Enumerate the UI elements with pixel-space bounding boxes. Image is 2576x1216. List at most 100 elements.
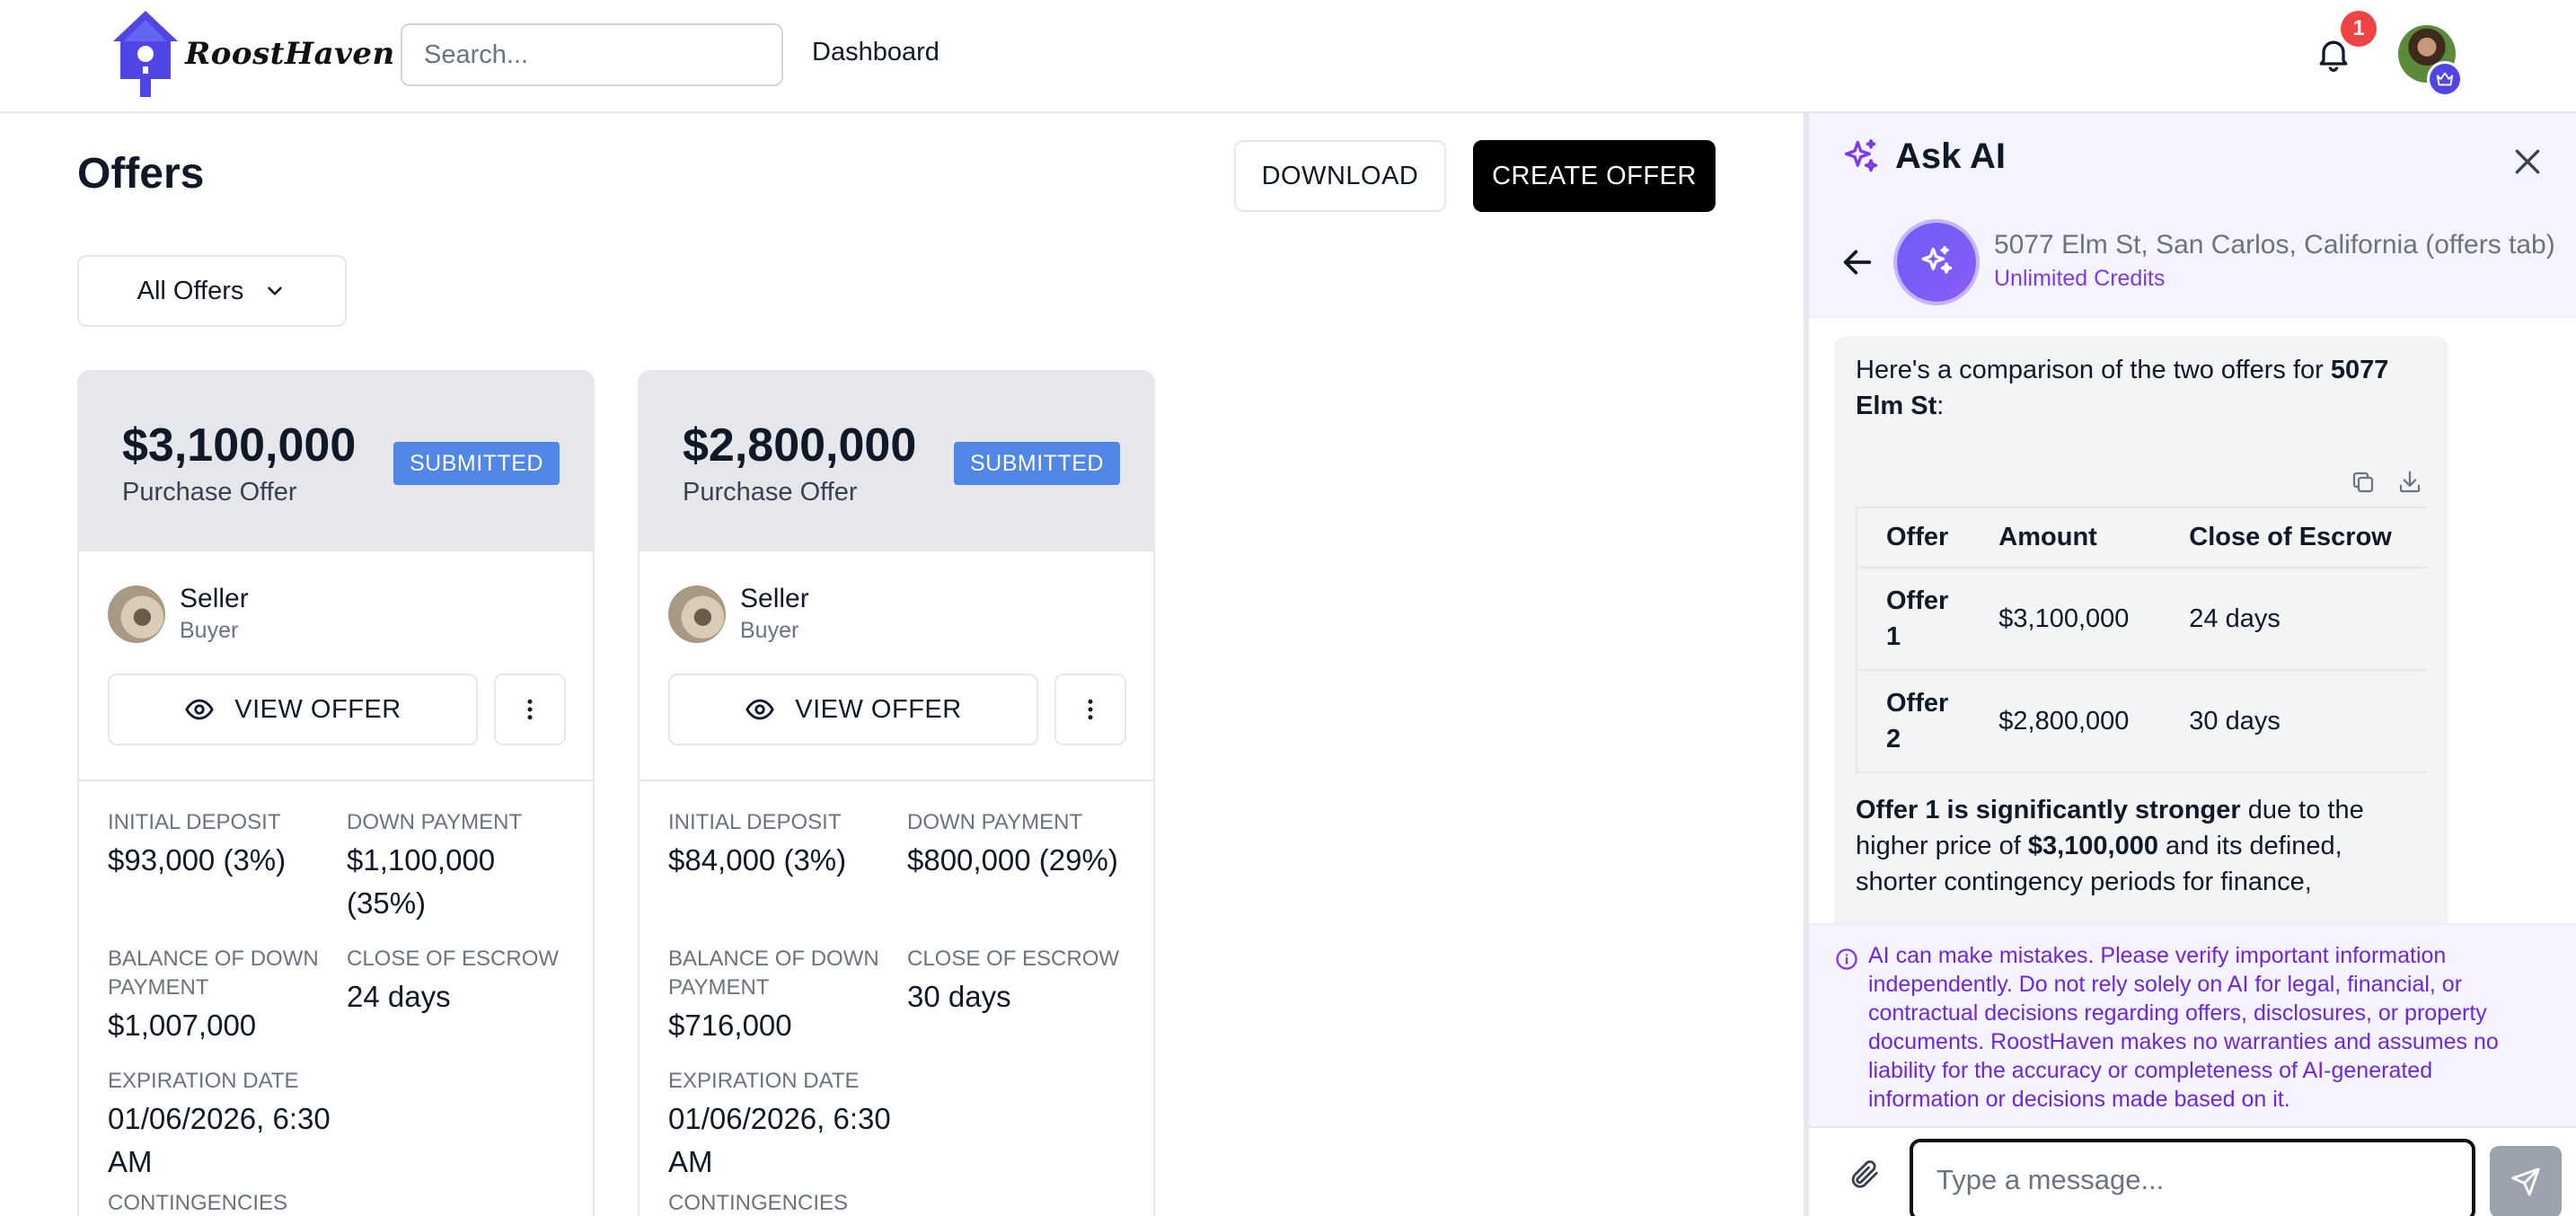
send-icon [2511, 1168, 2540, 1196]
create-offer-button[interactable]: CREATE OFFER [1473, 140, 1716, 212]
divider [79, 780, 593, 781]
premium-badge [2427, 61, 2463, 97]
ai-panel-header: Ask AI 5077 Elm St, San Carlos, Californ… [1809, 113, 2576, 318]
avatar [668, 585, 726, 643]
view-offer-button[interactable]: VIEW OFFER [668, 674, 1038, 745]
party-name: Seller [180, 584, 249, 613]
field-label: CONTINGENCIES [668, 1191, 849, 1215]
message-input[interactable] [1910, 1139, 2475, 1216]
more-options-button[interactable] [494, 674, 566, 745]
offer-party: Seller Buyer [668, 584, 809, 644]
field-value: $800,000 (29%) [907, 843, 1118, 877]
field-value: $716,000 [668, 1009, 792, 1042]
table-cell: $3,100,000 [1970, 568, 2161, 671]
field-label: CLOSE OF ESCROW [907, 947, 1120, 971]
expiration-date-field: EXPIRATION DATE 01/06/2026, 6:30 AM [108, 1067, 341, 1184]
contingencies-field: CONTINGENCIES [108, 1189, 341, 1216]
credits-label: Unlimited Credits [1994, 266, 2166, 291]
brand-name: RoostHaven [185, 36, 395, 72]
sparkles-icon [1844, 138, 1878, 172]
offers-filter-dropdown[interactable]: All Offers [77, 255, 347, 327]
close-icon[interactable] [2510, 144, 2545, 180]
eye-icon [185, 699, 215, 720]
party-name: Seller [740, 584, 809, 613]
filter-selected-label: All Offers [137, 276, 244, 305]
send-button[interactable] [2490, 1146, 2562, 1216]
ai-message-list[interactable]: Here's a comparison of the two offers fo… [1809, 318, 2576, 923]
party-role: Buyer [180, 618, 239, 643]
ai-message-bubble: Here's a comparison of the two offers fo… [1834, 336, 2448, 923]
view-offer-label: VIEW OFFER [795, 694, 962, 724]
more-options-button[interactable] [1054, 674, 1126, 745]
search-input[interactable] [424, 40, 763, 70]
table-header: Close of Escrow [2160, 507, 2427, 568]
status-badge: SUBMITTED [954, 442, 1120, 485]
field-label: CONTINGENCIES [108, 1191, 288, 1215]
download-button[interactable]: DOWNLOAD [1234, 140, 1446, 212]
table-header-row: Offer Amount Close of Escrow [1855, 507, 2427, 568]
expiration-date-field: EXPIRATION DATE 01/06/2026, 6:30 AM [668, 1067, 902, 1184]
user-avatar-button[interactable] [2398, 25, 2463, 97]
contingencies-field: CONTINGENCIES [668, 1189, 902, 1216]
field-label: CLOSE OF ESCROW [347, 947, 560, 971]
offer-amount: $3,100,000 [122, 419, 357, 471]
paperclip-icon[interactable] [1847, 1157, 1881, 1191]
table-cell: Offer 2 [1855, 670, 1971, 773]
page-title: Offers [77, 150, 205, 198]
disclaimer-text: AI can make mistakes. Please verify impo… [1868, 943, 2499, 1112]
offers-main-area: Offers DOWNLOAD CREATE OFFER All Offers … [0, 113, 1804, 1216]
offer-card: $2,800,000 Purchase Offer SUBMITTED Sell… [638, 370, 1155, 1216]
field-label: INITIAL DEPOSIT [668, 810, 842, 834]
copy-icon[interactable] [2350, 469, 2377, 496]
field-label: EXPIRATION DATE [108, 1069, 299, 1093]
table-header: Amount [1970, 507, 2161, 568]
info-icon [1836, 948, 1857, 970]
ask-ai-panel: Ask AI 5077 Elm St, San Carlos, Californ… [1809, 113, 2576, 1216]
field-label: INITIAL DEPOSIT [108, 810, 281, 834]
message-composer [1809, 1126, 2576, 1216]
down-payment-field: DOWN PAYMENT $1,100,000 (35%) [347, 808, 580, 925]
field-value: 24 days [347, 980, 451, 1013]
eye-icon [745, 699, 775, 720]
offer-amount: $2,800,000 [683, 419, 917, 471]
ai-panel-title: Ask AI [1841, 137, 2006, 177]
table-cell: $2,800,000 [1970, 670, 2161, 773]
avatar [108, 585, 165, 643]
balance-down-payment-field: BALANCE OF DOWN PAYMENT $1,007,000 [108, 945, 341, 1047]
field-value: 30 days [907, 980, 1011, 1013]
message-intro: Here's a comparison of the two offers fo… [1856, 356, 2389, 420]
field-label: DOWN PAYMENT [347, 810, 523, 834]
sparkles-icon [1921, 245, 1953, 274]
field-value: $84,000 (3%) [668, 843, 847, 877]
download-icon[interactable] [2396, 469, 2423, 496]
offer-type: Purchase Offer [683, 478, 858, 507]
ai-context-title: 5077 Elm St, San Carlos, California (off… [1994, 230, 2555, 260]
ai-disclaimer: AI can make mistakes. Please verify impo… [1809, 923, 2576, 1126]
close-of-escrow-field: CLOSE OF ESCROW 30 days [907, 945, 1141, 1018]
view-offer-button[interactable]: VIEW OFFER [108, 674, 478, 745]
close-of-escrow-field: CLOSE OF ESCROW 24 days [347, 945, 580, 1018]
status-badge: SUBMITTED [393, 442, 560, 485]
notification-count-badge: 1 [2341, 11, 2377, 47]
offer-card-header: $2,800,000 Purchase Offer SUBMITTED [640, 372, 1153, 551]
field-value: $1,100,000 (35%) [347, 843, 496, 920]
field-value: 01/06/2026, 6:30 AM [108, 1102, 331, 1178]
table-row: Offer 2 $2,800,000 30 days [1855, 670, 2427, 773]
message-conclusion: Offer 1 is significantly stronger due to… [1856, 796, 2364, 896]
more-vertical-icon [1088, 699, 1093, 720]
search-box[interactable] [401, 23, 783, 86]
offer-comparison-table: Offer Amount Close of Escrow Offer 1 $3,… [1855, 507, 2427, 773]
crown-icon [2436, 72, 2454, 86]
arrow-left-icon[interactable] [1839, 244, 1875, 280]
field-label: BALANCE OF DOWN PAYMENT [108, 947, 319, 1000]
chevron-down-icon [268, 286, 283, 295]
down-payment-field: DOWN PAYMENT $800,000 (29%) [907, 808, 1141, 882]
field-value: $93,000 (3%) [108, 843, 287, 877]
divider [640, 780, 1153, 781]
brand-logo[interactable]: RoostHaven [111, 9, 395, 99]
view-offer-label: VIEW OFFER [234, 694, 401, 724]
field-value: $1,007,000 [108, 1009, 257, 1042]
nav-dashboard-link[interactable]: Dashboard [812, 38, 940, 67]
top-header: RoostHaven Dashboard 1 [0, 0, 2576, 113]
initial-deposit-field: INITIAL DEPOSIT $93,000 (3%) [108, 808, 341, 882]
